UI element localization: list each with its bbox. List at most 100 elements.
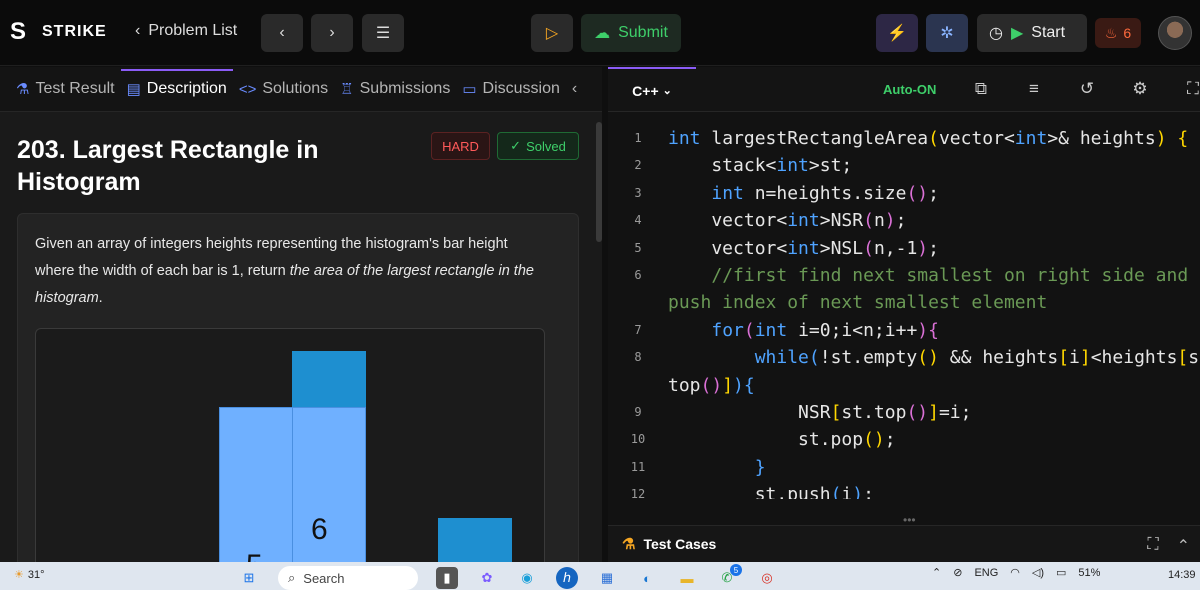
code-line[interactable]: 10 st.pop();: [608, 426, 1200, 453]
submit-button[interactable]: ☁ Submit: [581, 14, 681, 52]
timer-start-button[interactable]: ◷ ▶ Start: [977, 14, 1087, 52]
network-off-icon[interactable]: ⊘: [953, 566, 962, 579]
code-line[interactable]: 8 while(!st.empty() && heights[i]<height…: [608, 344, 1200, 371]
code-editor[interactable]: 1 int largestRectangleArea(vector<int>& h…: [608, 125, 1200, 499]
difficulty-badge: HARD: [431, 132, 490, 160]
menu-icon[interactable]: ≡: [1023, 79, 1045, 99]
tab-submissions[interactable]: ♖ Submissions: [334, 67, 456, 112]
chevron-up-icon[interactable]: ⌃: [1177, 536, 1190, 556]
chevron-left-icon: ‹: [279, 24, 285, 41]
code-text: vector<int>NSL(n,-1);: [668, 237, 939, 259]
taskbar-search[interactable]: ⌕ Search: [278, 566, 418, 590]
language-selector[interactable]: C++ ⌄: [608, 67, 696, 112]
flame-icon: ♨: [1104, 24, 1118, 41]
code-line[interactable]: push index of next smallest element: [608, 289, 1200, 316]
chrome-browser-icon[interactable]: ◎: [756, 567, 778, 589]
chevron-up-icon[interactable]: ⌃: [932, 566, 941, 579]
whatsapp-icon[interactable]: ✆ 5: [716, 564, 742, 589]
run-button[interactable]: ▷: [531, 14, 573, 52]
test-cases-bar: ⚗ Test Cases ⛶ ⌃: [608, 525, 1200, 562]
streak-count: 6: [1123, 25, 1132, 41]
notification-badge: 5: [730, 564, 742, 576]
play-icon: ▷: [545, 25, 559, 42]
ai-assist-button[interactable]: ⚡: [876, 14, 918, 52]
autocomplete-toggle[interactable]: Auto-ON: [883, 82, 936, 97]
app-icon[interactable]: ◐: [636, 567, 658, 589]
next-problem-button[interactable]: ›: [311, 14, 353, 52]
search-icon: ⌕: [288, 570, 296, 585]
user-avatar[interactable]: [1158, 16, 1192, 50]
description-scrollbar[interactable]: [596, 122, 602, 242]
code-line[interactable]: 5 vector<int>NSL(n,-1);: [608, 235, 1200, 262]
battery-icon[interactable]: ▭: [1056, 566, 1066, 579]
histogram-bar: [292, 407, 366, 587]
problem-list-menu-button[interactable]: ☰: [362, 14, 404, 52]
code-line[interactable]: 11 }: [608, 454, 1200, 481]
edge-browser-icon[interactable]: ◉: [516, 567, 538, 589]
fullscreen-icon[interactable]: ⛶: [1182, 79, 1200, 99]
chevron-down-icon: ⌄: [662, 85, 672, 97]
code-line[interactable]: 1 int largestRectangleArea(vector<int>& h…: [608, 125, 1200, 152]
taskbar-apps: ⊞ ⌕ Search ▮ ✿ ◉ ℎ ▦ ◐ ▬ ✆ 5 ◎: [238, 564, 778, 590]
line-number: [608, 372, 668, 399]
expand-icon[interactable]: ⛶: [1147, 536, 1158, 556]
code-line[interactable]: 4 vector<int>NSR(n);: [608, 207, 1200, 234]
tab-solutions[interactable]: <> Solutions: [233, 67, 334, 112]
tab-discussion[interactable]: ▭ Discussion: [456, 67, 566, 112]
top-bar: S STRIKE ‹ Problem List ‹ › ☰ ▷ ☁ Submit…: [0, 0, 1200, 66]
windows-start-icon[interactable]: ⊞: [238, 567, 260, 589]
reset-icon[interactable]: ↺: [1076, 79, 1098, 99]
battery-level: 51%: [1078, 566, 1101, 579]
settings-gear-icon[interactable]: ⚙: [1129, 79, 1151, 99]
file-explorer-icon[interactable]: ▬: [676, 567, 698, 589]
language-indicator[interactable]: ENG: [974, 567, 998, 579]
language-label: C++: [632, 82, 659, 99]
code-line[interactable]: 12 st.push(i);: [608, 481, 1200, 499]
flask-icon: ⚗: [16, 81, 30, 98]
prev-problem-button[interactable]: ‹: [261, 14, 303, 52]
store-icon[interactable]: ▦: [596, 567, 618, 589]
system-clock[interactable]: 14:39: [1168, 569, 1196, 581]
wifi-icon[interactable]: ◠: [1010, 566, 1020, 579]
flask-icon: ⚗: [622, 536, 636, 553]
lightning-icon: ⚡: [887, 25, 907, 42]
weather-widget[interactable]: ☀ 31°: [14, 568, 45, 582]
task-view-icon[interactable]: ▮: [436, 567, 458, 589]
debug-button[interactable]: ✲: [926, 14, 968, 52]
code-line[interactable]: 3 int n=heights.size();: [608, 180, 1200, 207]
code-line[interactable]: 6 //first find next smallest on right si…: [608, 262, 1200, 289]
tab-label: Discussion: [482, 80, 560, 97]
code-text: int largestRectangleArea(vector<int>& he…: [668, 128, 1189, 149]
code-line[interactable]: top()]){: [608, 372, 1200, 399]
code-icon: <>: [238, 80, 257, 98]
bug-icon: ✲: [940, 25, 954, 42]
code-text: push index of next smallest element: [668, 292, 1048, 314]
system-tray: ⌃ ⊘ ENG ◠ ◁) ▭ 51%: [932, 566, 1101, 580]
problem-list-label: Problem List: [148, 22, 238, 39]
code-text: //first find next smallest on right side…: [711, 264, 1189, 286]
brand-logo[interactable]: S STRIKE: [10, 20, 107, 44]
description-card: Given an array of integers heights repre…: [17, 213, 579, 588]
test-cases-label: Test Cases: [643, 536, 717, 552]
copilot-icon[interactable]: ✿: [476, 567, 498, 589]
problem-list-link[interactable]: ‹ Problem List: [135, 22, 237, 40]
strike-logo-icon: S: [10, 18, 27, 45]
hp-icon[interactable]: ℎ: [556, 567, 578, 589]
tab-test-result[interactable]: ⚗ Test Result: [10, 67, 121, 112]
editor-panel: C++ ⌄ Auto-ON ⧉ ≡ ↺ ⚙ ⛶ 1 int largestRect…: [608, 67, 1200, 562]
copy-icon[interactable]: ⧉: [970, 79, 992, 99]
histogram-bar-highlight: [292, 351, 366, 409]
code-text: }: [754, 456, 766, 478]
chevron-left-icon: ‹: [571, 80, 578, 97]
streak-badge[interactable]: ♨ 6: [1095, 18, 1141, 48]
code-line[interactable]: 7 for(int i=0;i<n;i++){: [608, 317, 1200, 344]
code-line[interactable]: 9 NSR[st.top()]=i;: [608, 399, 1200, 426]
search-placeholder: Search: [303, 570, 345, 586]
volume-icon[interactable]: ◁): [1032, 566, 1044, 579]
code-line[interactable]: 2 stack<int>st;: [608, 152, 1200, 179]
os-taskbar: ☀ 31° ⊞ ⌕ Search ▮ ✿ ◉ ℎ ▦ ◐ ▬ ✆ 5 ◎ ⌃ ⊘ …: [0, 562, 1200, 590]
tab-description[interactable]: ▤ Description: [120, 67, 234, 112]
tab-test-cases[interactable]: ⚗ Test Cases: [622, 535, 716, 553]
code-text: st.pop();: [668, 429, 896, 451]
tabs-scroll-left-button[interactable]: ‹: [566, 67, 583, 112]
